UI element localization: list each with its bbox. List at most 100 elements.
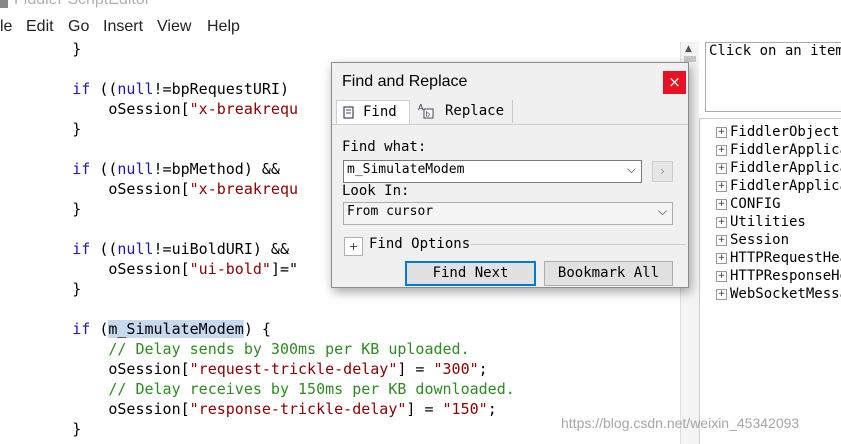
code-line[interactable]: // Delay receives by 150ms per KB downlo… xyxy=(0,379,514,399)
menu-edit[interactable]: Edit xyxy=(26,18,54,36)
code-token: "x-breakrequ xyxy=(189,100,299,118)
expand-icon[interactable]: + xyxy=(716,199,727,210)
look-in-select[interactable]: From cursor ⌵ xyxy=(343,202,673,225)
find-what-combobox[interactable]: m_SimulateModem ⌵ xyxy=(343,160,642,183)
code-token: (( xyxy=(90,160,118,178)
code-line[interactable]: // Delay sends by 300ms per KB uploaded. xyxy=(0,339,470,359)
code-token: !=uiBoldURI) && xyxy=(153,240,289,258)
code-token: if xyxy=(72,160,91,178)
code-token: ) { xyxy=(243,320,271,338)
code-token: if xyxy=(72,240,91,258)
expand-icon[interactable]: + xyxy=(716,217,727,228)
scroll-up-arrow-icon[interactable]: ▲ xyxy=(685,44,692,54)
tree-item-label: CONFIG xyxy=(730,196,781,212)
expand-icon[interactable]: + xyxy=(716,145,727,156)
code-token: oSession[ xyxy=(0,360,190,378)
code-token: "request-trickle-delay" xyxy=(189,360,398,378)
find-next-button[interactable]: Find Next xyxy=(405,261,536,286)
tab-find[interactable]: Find xyxy=(336,100,410,124)
menu-go[interactable]: Go xyxy=(68,18,89,36)
code-line[interactable]: } xyxy=(0,42,81,59)
look-in-value: From cursor xyxy=(347,204,434,219)
find-replace-dialog: Find and Replace × Find Ab Replace Find … xyxy=(331,62,689,288)
find-options-label[interactable]: Find Options xyxy=(369,236,470,252)
tree-item-label: Session xyxy=(730,232,790,248)
expand-icon[interactable]: + xyxy=(716,181,727,192)
code-token: (( xyxy=(90,240,118,258)
chevron-down-icon[interactable]: ⌵ xyxy=(658,204,667,219)
code-token: "x-breakrequ xyxy=(189,180,299,198)
app-icon xyxy=(0,0,8,8)
expand-icon[interactable]: + xyxy=(716,271,727,282)
code-token: !=bpRequestURI) xyxy=(153,80,289,98)
tree-item-label: Utilities xyxy=(730,214,806,230)
code-line[interactable]: oSession["response-trickle-delay"] = "15… xyxy=(0,399,496,419)
code-token: null xyxy=(117,240,154,258)
watermark: https://blog.csdn.net/weixin_45342093 xyxy=(561,415,800,431)
code-line[interactable]: if ((null!=bpMethod) && xyxy=(0,159,289,179)
code-token: } xyxy=(0,200,82,218)
look-in-label: Look In: xyxy=(342,183,410,199)
code-token: } xyxy=(0,42,82,58)
highlighted-match: m_SimulateModem xyxy=(108,320,244,338)
code-token: // Delay sends by 300ms per KB uploaded. xyxy=(108,340,470,358)
tab-find-label: Find xyxy=(363,104,397,120)
find-arrow-button[interactable]: › xyxy=(652,161,673,182)
code-line[interactable]: } xyxy=(0,279,81,299)
code-token: "response-trickle-delay" xyxy=(189,400,407,418)
code-line[interactable]: if (m_SimulateModem) { xyxy=(0,319,271,339)
reference-info-box: Click on an item xyxy=(705,42,841,112)
find-what-value[interactable]: m_SimulateModem xyxy=(347,162,464,177)
code-token: ] = xyxy=(397,360,434,378)
code-line[interactable]: if ((null!=bpRequestURI) xyxy=(0,79,289,99)
tab-replace[interactable]: Ab Replace xyxy=(412,100,513,123)
code-line[interactable]: oSession["request-trickle-delay"] = "300… xyxy=(0,359,488,379)
dialog-title: Find and Replace xyxy=(342,73,468,90)
code-token: oSession[ xyxy=(0,180,190,198)
close-button[interactable]: × xyxy=(663,71,686,94)
code-token: } xyxy=(0,420,82,438)
window-title: Fiddler ScriptEditor xyxy=(14,0,150,9)
code-token: oSession[ xyxy=(0,260,190,278)
find-what-label: Find what: xyxy=(342,139,427,155)
code-token: ; xyxy=(478,360,488,378)
bookmark-all-button[interactable]: Bookmark All xyxy=(544,261,673,286)
svg-text:A: A xyxy=(418,103,424,112)
code-token: oSession[ xyxy=(0,400,190,418)
expand-icon[interactable]: + xyxy=(716,235,727,246)
code-token: !=bpMethod) && xyxy=(153,160,289,178)
code-line[interactable]: oSession["ui-bold"]=" xyxy=(0,259,298,279)
code-token: } xyxy=(0,280,82,298)
menu-file[interactable]: le xyxy=(0,18,12,36)
code-line[interactable]: if ((null!=uiBoldURI) && xyxy=(0,239,289,259)
chevron-down-icon[interactable]: ⌵ xyxy=(627,162,636,177)
expand-icon[interactable]: + xyxy=(716,253,727,264)
menu-view[interactable]: View xyxy=(157,18,191,36)
expand-icon[interactable]: + xyxy=(716,163,727,174)
svg-text:b: b xyxy=(426,111,431,119)
code-token: null xyxy=(117,80,154,98)
code-token: ( xyxy=(90,320,109,338)
code-token: "150" xyxy=(442,400,488,418)
expand-icon[interactable]: + xyxy=(716,289,727,300)
code-line[interactable]: } xyxy=(0,119,81,139)
tree-item-label: WebSocketMessa xyxy=(730,286,841,302)
tree-item-label: FiddlerApplica xyxy=(730,160,841,176)
menu-bar: le Edit Go Insert View Help xyxy=(0,12,841,43)
code-token: } xyxy=(0,120,82,138)
expand-icon[interactable]: + xyxy=(716,127,727,138)
code-line[interactable]: } xyxy=(0,419,81,439)
menu-insert[interactable]: Insert xyxy=(103,18,143,36)
code-token: null xyxy=(117,160,154,178)
reference-hint: Click on an item xyxy=(709,43,841,59)
menu-help[interactable]: Help xyxy=(207,18,240,36)
code-line[interactable]: oSession["x-breakrequ xyxy=(0,99,298,119)
options-divider xyxy=(470,244,686,245)
expand-options-icon[interactable]: + xyxy=(344,237,363,256)
code-line[interactable]: } xyxy=(0,199,81,219)
code-line[interactable]: oSession["x-breakrequ xyxy=(0,179,298,199)
